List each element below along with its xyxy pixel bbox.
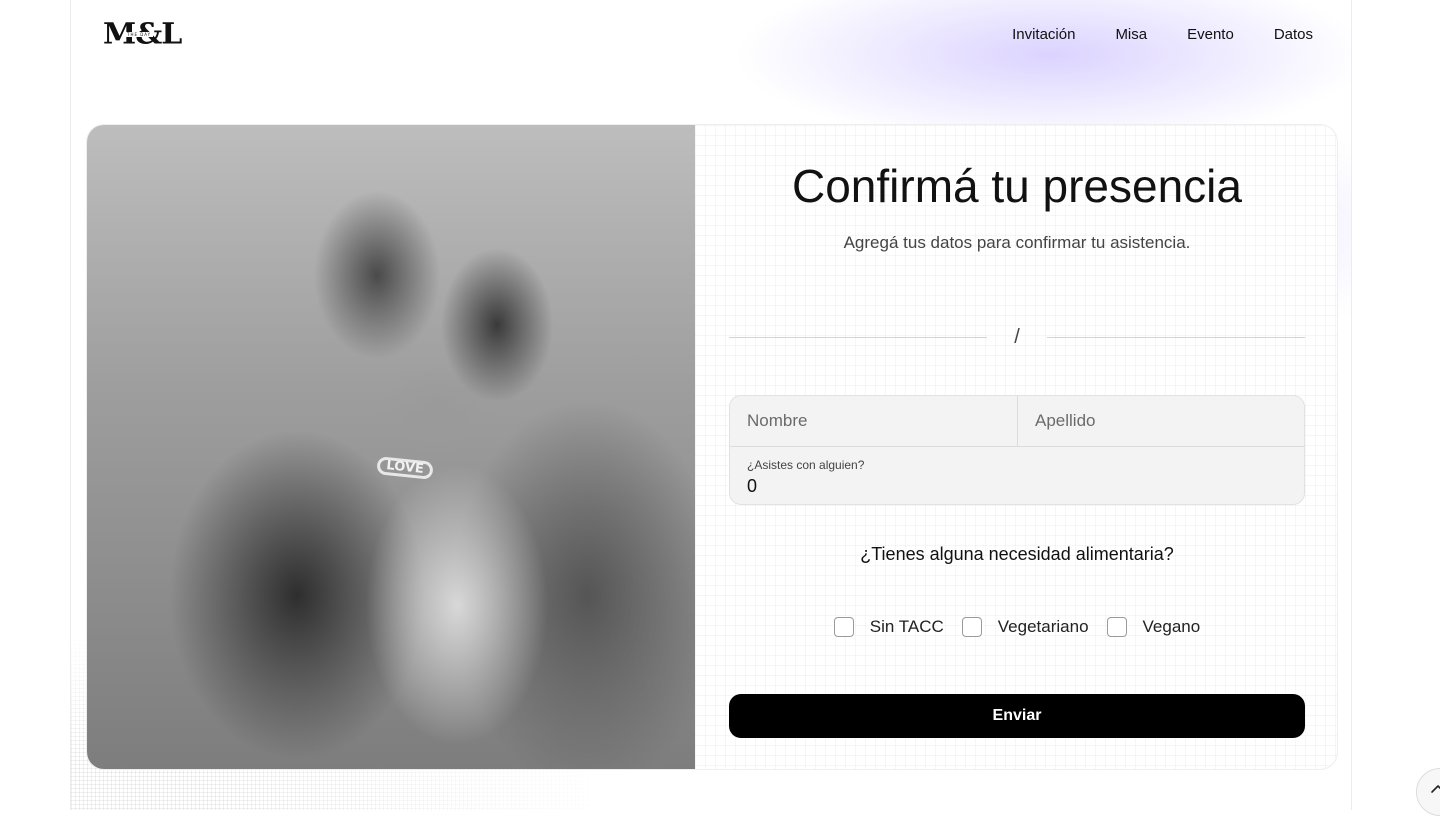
diet-option-sin-tacc[interactable]: Sin TACC: [833, 616, 944, 638]
diet-option-vegetariano[interactable]: Vegetariano: [961, 616, 1089, 638]
form-divider: /: [729, 325, 1305, 349]
guests-input[interactable]: [730, 472, 1304, 500]
page-frame: M&L THE DAY Invitación Misa Evento Datos…: [70, 0, 1352, 810]
diet-option-vegano[interactable]: Vegano: [1106, 616, 1201, 638]
rsvp-card: LOVE Confirmá tu presencia Agregá tus da…: [86, 124, 1338, 770]
nav-item-evento[interactable]: Evento: [1187, 26, 1234, 44]
form-subtitle: Agregá tus datos para confirmar tu asist…: [843, 233, 1191, 252]
form-title: Confirmá tu presencia: [792, 160, 1242, 212]
vegetariano-label: Vegetariano: [997, 617, 1089, 636]
field-separator-horizontal: [730, 446, 1304, 447]
vegano-label: Vegano: [1142, 617, 1201, 636]
surname-input[interactable]: [1018, 396, 1304, 446]
sin-tacc-label: Sin TACC: [869, 617, 944, 636]
diet-options: Sin TACC Vegetariano Vegano: [695, 616, 1337, 638]
name-input[interactable]: [730, 396, 1017, 446]
vegano-checkbox[interactable]: [1106, 617, 1127, 637]
ring-detail: LOVE: [376, 456, 434, 480]
chevron-up-icon: [1431, 785, 1440, 793]
vegetariano-checkbox[interactable]: [961, 617, 982, 637]
sin-tacc-checkbox[interactable]: [833, 617, 854, 637]
scroll-top-button[interactable]: [1416, 768, 1440, 816]
divider-line-right: [1047, 337, 1305, 338]
couple-photo: LOVE: [87, 125, 695, 769]
rsvp-form: Confirmá tu presencia Agregá tus datos p…: [695, 125, 1337, 769]
nav-item-misa[interactable]: Misa: [1115, 26, 1147, 44]
logo-subtext: THE DAY: [125, 32, 154, 37]
nav-item-invitacion[interactable]: Invitación: [1012, 26, 1075, 44]
diet-question: ¿Tienes alguna necesidad alimentaria?: [860, 544, 1174, 564]
guests-label: ¿Asistes con alguien?: [747, 458, 865, 472]
submit-button[interactable]: Enviar: [729, 694, 1305, 738]
nav-item-datos[interactable]: Datos: [1274, 26, 1313, 44]
brand-logo[interactable]: M&L THE DAY: [103, 20, 182, 50]
fields-group: ¿Asistes con alguien?: [729, 395, 1305, 505]
main-nav: Invitación Misa Evento Datos: [1012, 26, 1313, 44]
